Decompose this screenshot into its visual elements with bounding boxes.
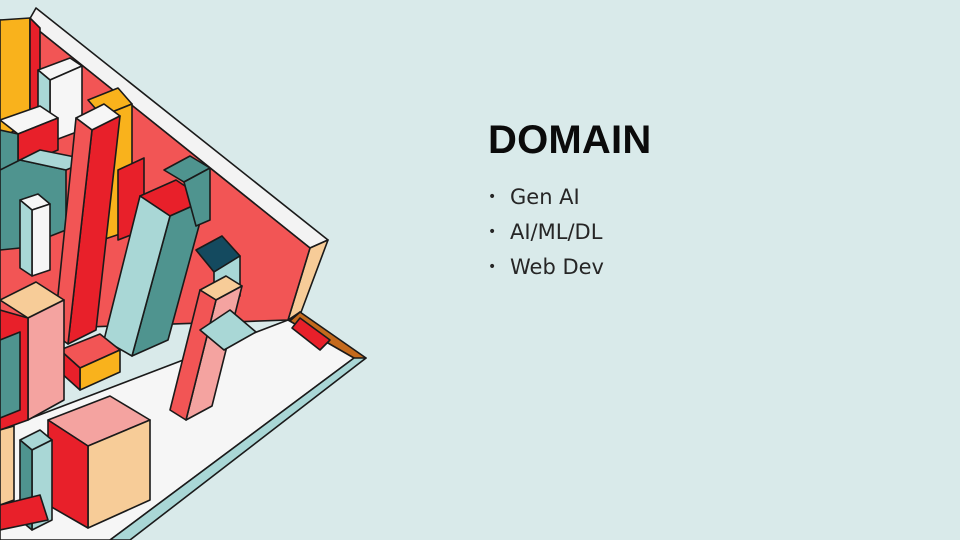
isometric-city-illustration [0, 7, 367, 540]
bullet-text: Gen AI [510, 185, 580, 209]
bullet-item-ai-ml-dl: • AI/ML/DL [488, 215, 604, 250]
bullet-list: • Gen AI • AI/ML/DL • Web Dev [488, 180, 604, 285]
bullet-dot: • [488, 259, 497, 275]
bullet-text: Web Dev [510, 255, 604, 279]
slide-title: DOMAIN [488, 118, 652, 162]
bullet-text: AI/ML/DL [510, 220, 603, 244]
bullet-dot: • [488, 224, 497, 240]
bullet-item-web-dev: • Web Dev [488, 250, 604, 285]
bullet-item-gen-ai: • Gen AI [488, 180, 604, 215]
slide: DOMAIN • Gen AI • AI/ML/DL • Web Dev [0, 0, 960, 540]
bullet-dot: • [488, 189, 497, 205]
